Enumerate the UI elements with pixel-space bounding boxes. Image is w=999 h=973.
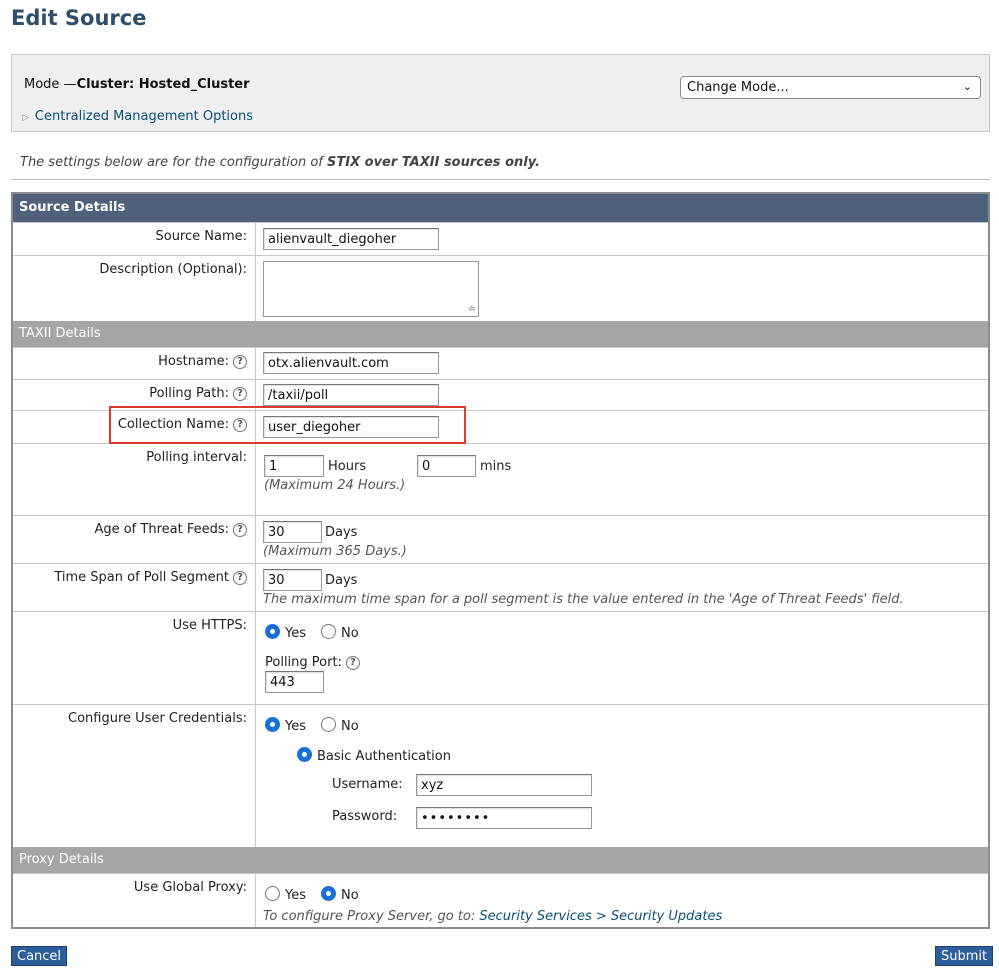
polling-interval-note: (Maximum 24 Hours.) xyxy=(264,478,406,493)
mode-panel: Mode —Cluster: Hosted_Cluster Change Mod… xyxy=(11,54,990,132)
info-bold: STIX over TAXII sources only. xyxy=(327,155,540,170)
span-days-unit: Days xyxy=(325,573,358,588)
https-no-label: No xyxy=(341,626,359,641)
source-name-input[interactable]: alienvault_diegoher xyxy=(263,228,439,250)
credentials-yes-label: Yes xyxy=(285,719,306,734)
taxii-details-header: TAXII Details xyxy=(13,321,988,347)
collection-name-label: Collection Name: xyxy=(117,417,229,432)
user-credentials-label: Configure User Credentials: xyxy=(68,711,247,726)
time-span-row: Time Span of Poll Segment? 30 Days The m… xyxy=(13,563,988,611)
description-label: Description (Optional): xyxy=(99,262,247,277)
time-span-label: Time Span of Poll Segment xyxy=(54,570,229,585)
polling-port-input[interactable]: 443 xyxy=(265,671,324,693)
help-icon[interactable]: ? xyxy=(233,387,247,401)
change-mode-label: Change Mode... xyxy=(687,80,789,95)
proxy-details-header: Proxy Details xyxy=(13,847,988,873)
user-credentials-row: Configure User Credentials: Yes No Basic… xyxy=(13,704,988,847)
age-threat-feeds-label: Age of Threat Feeds: xyxy=(94,522,229,537)
help-icon[interactable]: ? xyxy=(233,355,247,369)
chevron-down-icon: ⌄ xyxy=(962,80,972,93)
username-input[interactable]: xyz xyxy=(416,774,592,796)
info-text: The settings below are for the configura… xyxy=(20,155,540,170)
source-name-row: Source Name: alienvault_diegoher xyxy=(13,222,988,255)
proxy-no-radio[interactable] xyxy=(321,886,336,901)
age-threat-feeds-note: (Maximum 365 Days.) xyxy=(263,544,407,559)
time-span-input[interactable]: 30 xyxy=(263,569,322,591)
proxy-yes-label: Yes xyxy=(285,888,306,903)
description-textarea[interactable]: ≐ xyxy=(263,261,479,317)
polling-path-input[interactable]: /taxii/poll xyxy=(263,384,439,406)
https-yes-radio[interactable] xyxy=(265,624,280,639)
https-no-radio[interactable] xyxy=(321,624,336,639)
polling-path-row: Polling Path:? /taxii/poll xyxy=(13,379,988,410)
mode-prefix: Mode — xyxy=(24,77,77,92)
polling-interval-row: Polling interval: 1 Hours 0 mins (Maximu… xyxy=(13,443,988,515)
proxy-no-label: No xyxy=(341,888,359,903)
collection-name-input[interactable]: user_diegoher xyxy=(263,416,439,438)
polling-hours-input[interactable]: 1 xyxy=(264,455,324,477)
description-row: Description (Optional): ≐ xyxy=(13,255,988,321)
centralized-management-link[interactable]: Centralized Management Options xyxy=(35,109,253,124)
proxy-yes-radio[interactable] xyxy=(265,886,280,901)
info-prefix: The settings below are for the configura… xyxy=(20,155,328,170)
help-icon[interactable]: ? xyxy=(345,656,360,670)
resize-grip-icon[interactable]: ≐ xyxy=(468,304,476,315)
mode-text: Mode —Cluster: Hosted_Cluster xyxy=(24,77,250,92)
triangle-right-icon: ▷ xyxy=(22,113,29,123)
page-title: Edit Source xyxy=(11,6,147,30)
help-icon[interactable]: ? xyxy=(233,523,247,537)
submit-button[interactable]: Submit xyxy=(935,946,994,966)
polling-mins-input[interactable]: 0 xyxy=(417,455,476,477)
use-https-label: Use HTTPS: xyxy=(172,618,247,633)
hours-unit: Hours xyxy=(328,459,367,474)
polling-path-label: Polling Path: xyxy=(149,386,229,401)
help-icon[interactable]: ? xyxy=(233,418,247,432)
help-icon[interactable]: ? xyxy=(233,571,247,585)
age-threat-feeds-input[interactable]: 30 xyxy=(263,521,322,543)
centralized-management-toggle[interactable]: ▷ Centralized Management Options xyxy=(22,109,253,124)
cancel-button[interactable]: Cancel xyxy=(11,946,68,966)
global-proxy-label: Use Global Proxy: xyxy=(133,880,247,895)
hostname-label: Hostname: xyxy=(158,354,229,369)
password-label: Password: xyxy=(332,809,398,824)
proxy-note: To configure Proxy Server, go to: Securi… xyxy=(263,909,723,924)
age-days-unit: Days xyxy=(325,525,358,540)
source-form-table: Source Details Source Name: alienvault_d… xyxy=(11,192,990,929)
basic-auth-radio[interactable] xyxy=(297,747,312,762)
global-proxy-row: Use Global Proxy: Yes No To configure Pr… xyxy=(13,873,988,927)
hostname-row: Hostname:? otx.alienvault.com xyxy=(13,347,988,379)
basic-auth-label: Basic Authentication xyxy=(317,749,451,764)
age-threat-feeds-row: Age of Threat Feeds:? 30 Days (Maximum 3… xyxy=(13,515,988,563)
mode-value: Cluster: Hosted_Cluster xyxy=(76,77,250,92)
polling-port-label: Polling Port:? xyxy=(265,655,360,670)
time-span-note: The maximum time span for a poll segment… xyxy=(263,592,904,607)
username-label: Username: xyxy=(332,777,403,792)
collection-name-row: Collection Name:? user_diegoher xyxy=(13,410,988,443)
polling-interval-label: Polling interval: xyxy=(146,450,247,465)
https-yes-label: Yes xyxy=(285,626,306,641)
hostname-input[interactable]: otx.alienvault.com xyxy=(263,352,439,374)
change-mode-select[interactable]: Change Mode... ⌄ xyxy=(680,76,981,99)
credentials-yes-radio[interactable] xyxy=(265,717,280,732)
credentials-no-label: No xyxy=(341,719,359,734)
divider xyxy=(11,179,990,180)
source-name-label: Source Name: xyxy=(155,229,247,244)
mins-unit: mins xyxy=(480,459,512,474)
source-details-header: Source Details xyxy=(13,194,988,222)
password-input[interactable]: •••••••• xyxy=(416,807,592,829)
use-https-row: Use HTTPS: Yes No Polling Port:? 443 xyxy=(13,611,988,704)
credentials-no-radio[interactable] xyxy=(321,717,336,732)
security-updates-link[interactable]: Security Services > Security Updates xyxy=(479,909,722,924)
